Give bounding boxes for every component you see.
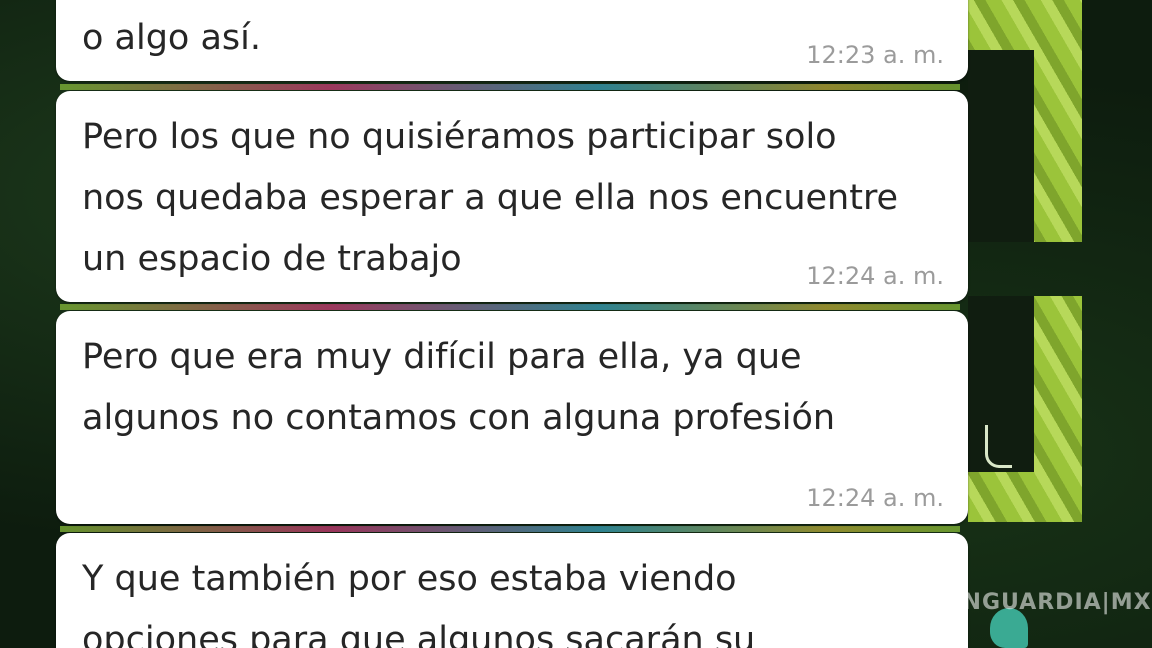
- message-timestamp: 12:23 a. m.: [806, 41, 944, 69]
- message-text: o algo así.: [82, 18, 261, 58]
- watermark-logo: VANGUARDIA|MX: [928, 590, 1152, 615]
- message-text: Pero los que no quisiéramos participar s…: [82, 117, 899, 279]
- message-timestamp: 12:24 a. m.: [806, 484, 944, 512]
- wallpaper-squiggle: [985, 425, 1012, 468]
- message-timestamp: 12:24 a. m.: [806, 262, 944, 290]
- wallpaper-stripe: [60, 84, 960, 90]
- message-text: Y que también por eso estaba viendo opci…: [82, 559, 756, 648]
- wallpaper-pattern-gap: [968, 50, 1034, 242]
- wallpaper-stripe: [60, 304, 960, 310]
- message-bubble[interactable]: Y que también por eso estaba viendo opci…: [56, 533, 968, 648]
- message-text: Pero que era muy difícil para ella, ya q…: [82, 337, 836, 438]
- message-bubble[interactable]: o algo así. 12:23 a. m.: [56, 0, 968, 81]
- message-bubble[interactable]: Pero que era muy difícil para ella, ya q…: [56, 311, 968, 524]
- wallpaper-stripe: [60, 526, 960, 532]
- message-bubble[interactable]: Pero los que no quisiéramos participar s…: [56, 91, 968, 302]
